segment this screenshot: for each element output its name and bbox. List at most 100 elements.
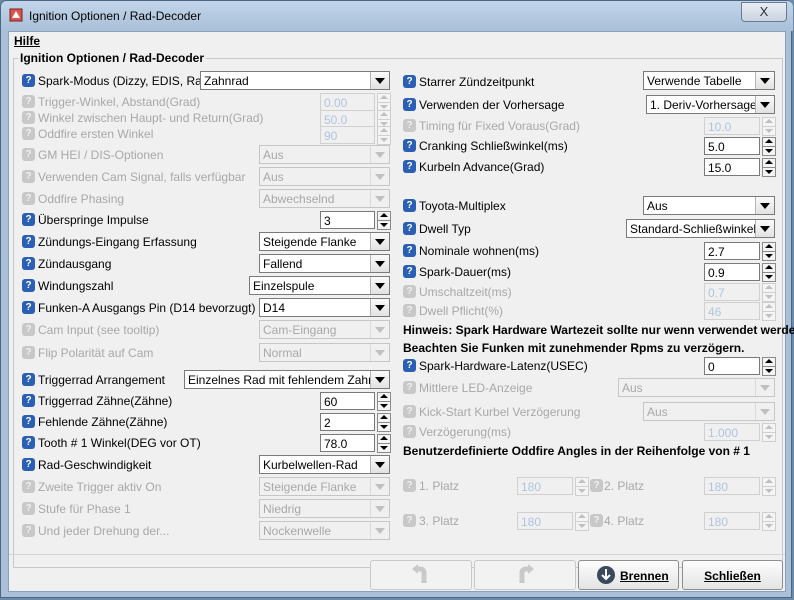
help-icon[interactable]: ? — [22, 74, 35, 87]
skip-pulses-stepper[interactable]: 3 — [320, 211, 391, 230]
delay-label: Verzögerung(ms) — [419, 425, 512, 439]
second-trigger-label: Zweite Trigger aktiv On — [38, 480, 162, 494]
trigger-angle-label: Trigger-Winkel, Abstand(Grad) — [38, 95, 201, 109]
help-icon: ? — [22, 480, 35, 493]
skip-pulses-label: Überspringe Impulse — [38, 213, 149, 227]
dialog-window: Ignition Optionen / Rad-Decoder X Hilfe … — [0, 0, 794, 598]
trigger-wheel-arrangement-select[interactable]: Einzelnes Rad mit fehlendem Zahn — [184, 370, 390, 389]
wheel-speed-select[interactable]: Kurbelwellen-Rad — [259, 455, 390, 474]
help-icon: ? — [22, 502, 35, 515]
redo-button — [474, 560, 576, 590]
app-icon — [9, 8, 23, 22]
help-icon[interactable]: ? — [22, 213, 35, 226]
help-icon: ? — [22, 111, 35, 124]
trigger-angle-stepper: 0.00 — [320, 93, 391, 112]
spark-duration-stepper[interactable]: 0.9 — [704, 263, 776, 282]
chevron-down-icon — [370, 190, 389, 207]
help-icon: ? — [403, 479, 416, 492]
ignition-input-edge-select[interactable]: Steigende Flanke — [259, 232, 390, 251]
spin-down-icon — [762, 292, 776, 302]
chevron-down-icon — [370, 72, 389, 89]
spin-down-icon — [762, 366, 776, 376]
hint-line-2: Beachten Sie Funken mit zunehmender Rpms… — [403, 341, 745, 355]
cranking-dwell-stepper[interactable]: 5.0 — [704, 137, 776, 156]
spin-down-icon — [575, 521, 589, 531]
cranking-advance-stepper[interactable]: 15.0 — [704, 158, 776, 177]
gm-hei-select: Aus — [259, 145, 390, 164]
spin-down-icon — [377, 422, 391, 432]
fixed-advance-label: Timing für Fixed Voraus(Grad) — [419, 119, 580, 133]
help-icon[interactable]: ? — [403, 222, 416, 235]
oddfire-place-1-stepper: 180 — [517, 477, 589, 496]
cranking-dwell-label: Cranking Schließwinkel(ms) — [419, 139, 568, 153]
redo-icon — [519, 564, 534, 583]
help-icon[interactable]: ? — [22, 257, 35, 270]
close-button[interactable]: Schließen — [682, 560, 783, 590]
spark-a-pin-select[interactable]: D14 — [259, 298, 390, 317]
help-icon[interactable]: ? — [403, 139, 416, 152]
burn-button[interactable]: Brennen — [578, 560, 679, 590]
burn-icon — [597, 566, 615, 584]
help-icon[interactable]: ? — [22, 301, 35, 314]
help-icon[interactable]: ? — [403, 98, 416, 111]
help-icon[interactable]: ? — [22, 279, 35, 292]
cam-input-label: Cam Input (see tooltip) — [38, 323, 160, 337]
coil-count-select[interactable]: Einzelspule — [249, 276, 390, 295]
prediction-select[interactable]: 1. Deriv-Vorhersage — [646, 95, 775, 114]
undo-button — [370, 560, 472, 590]
spark-latency-stepper[interactable]: 0 — [704, 357, 776, 376]
help-icon[interactable]: ? — [22, 394, 35, 407]
help-icon[interactable]: ? — [403, 244, 416, 257]
chevron-down-icon — [370, 255, 389, 272]
missing-teeth-label: Fehlende Zähne(Zähne) — [38, 415, 168, 429]
button-bar: Brennen Schließen — [9, 554, 785, 592]
spin-down-icon — [762, 146, 776, 156]
dwell-type-select[interactable]: Standard-Schließwinkel — [626, 219, 775, 238]
help-icon: ? — [22, 95, 35, 108]
ignition-input-edge-label: Zündungs-Eingang Erfassung — [38, 235, 197, 249]
cam-polarity-select: Normal — [259, 343, 390, 362]
dwell-type-label: Dwell Typ — [419, 222, 471, 236]
help-icon[interactable]: ? — [403, 265, 416, 278]
help-icon[interactable]: ? — [403, 160, 416, 173]
help-icon: ? — [22, 524, 35, 537]
help-icon[interactable]: ? — [22, 373, 35, 386]
wheel-teeth-stepper[interactable]: 60 — [320, 392, 391, 411]
spin-down-icon — [377, 220, 391, 230]
close-window-button[interactable]: X — [741, 2, 787, 22]
help-icon[interactable]: ? — [403, 359, 416, 372]
help-icon[interactable]: ? — [403, 75, 416, 88]
trigger-wheel-arrangement-label: Triggerrad Arrangement — [38, 373, 165, 387]
nominal-dwell-stepper[interactable]: 2.7 — [704, 242, 776, 261]
fixed-timing-select[interactable]: Verwende Tabelle — [643, 71, 775, 90]
phase-level-label: Stufe für Phase 1 — [38, 502, 131, 516]
hint-line-1: Hinweis: Spark Hardware Wartezeit sollte… — [403, 323, 794, 337]
panel-title: Ignition Optionen / Rad-Decoder — [18, 51, 206, 65]
spin-down-icon — [377, 401, 391, 411]
help-icon[interactable]: ? — [22, 235, 35, 248]
help-icon: ? — [590, 479, 603, 492]
spin-down-icon — [762, 251, 776, 261]
chevron-down-icon — [370, 478, 389, 495]
cam-signal-select: Aus — [259, 167, 390, 186]
spark-mode-select[interactable]: Zahnrad — [200, 71, 390, 90]
spark-output-select[interactable]: Fallend — [259, 254, 390, 273]
help-icon: ? — [22, 323, 35, 336]
spark-a-pin-label: Funken-A Ausgangs Pin (D14 bevorzugt) — [38, 301, 256, 315]
help-icon[interactable]: ? — [403, 199, 416, 212]
missing-teeth-stepper[interactable]: 2 — [320, 413, 391, 432]
help-icon[interactable]: ? — [22, 415, 35, 428]
tooth-one-angle-stepper[interactable]: 78.0 — [320, 434, 391, 453]
wheel-teeth-label: Triggerrad Zähne(Zähne) — [38, 394, 173, 408]
toyota-multiplex-select[interactable]: Aus — [643, 196, 775, 215]
chevron-down-icon — [755, 96, 774, 113]
toyota-multiplex-label: Toyota-Multiplex — [419, 199, 506, 213]
help-icon[interactable]: ? — [22, 458, 35, 471]
tooth-one-angle-label: Tooth # 1 Winkel(DEG vor OT) — [38, 436, 201, 450]
oddfire-place-1-label: 1. Platz — [419, 479, 460, 493]
settings-panel: Ignition Optionen / Rad-Decoder ? Spark-… — [13, 51, 794, 568]
menu-help[interactable]: Hilfe — [14, 34, 40, 48]
help-icon[interactable]: ? — [22, 436, 35, 449]
chevron-down-icon — [370, 233, 389, 250]
switch-time-label: Umschaltzeit(ms) — [419, 285, 512, 299]
